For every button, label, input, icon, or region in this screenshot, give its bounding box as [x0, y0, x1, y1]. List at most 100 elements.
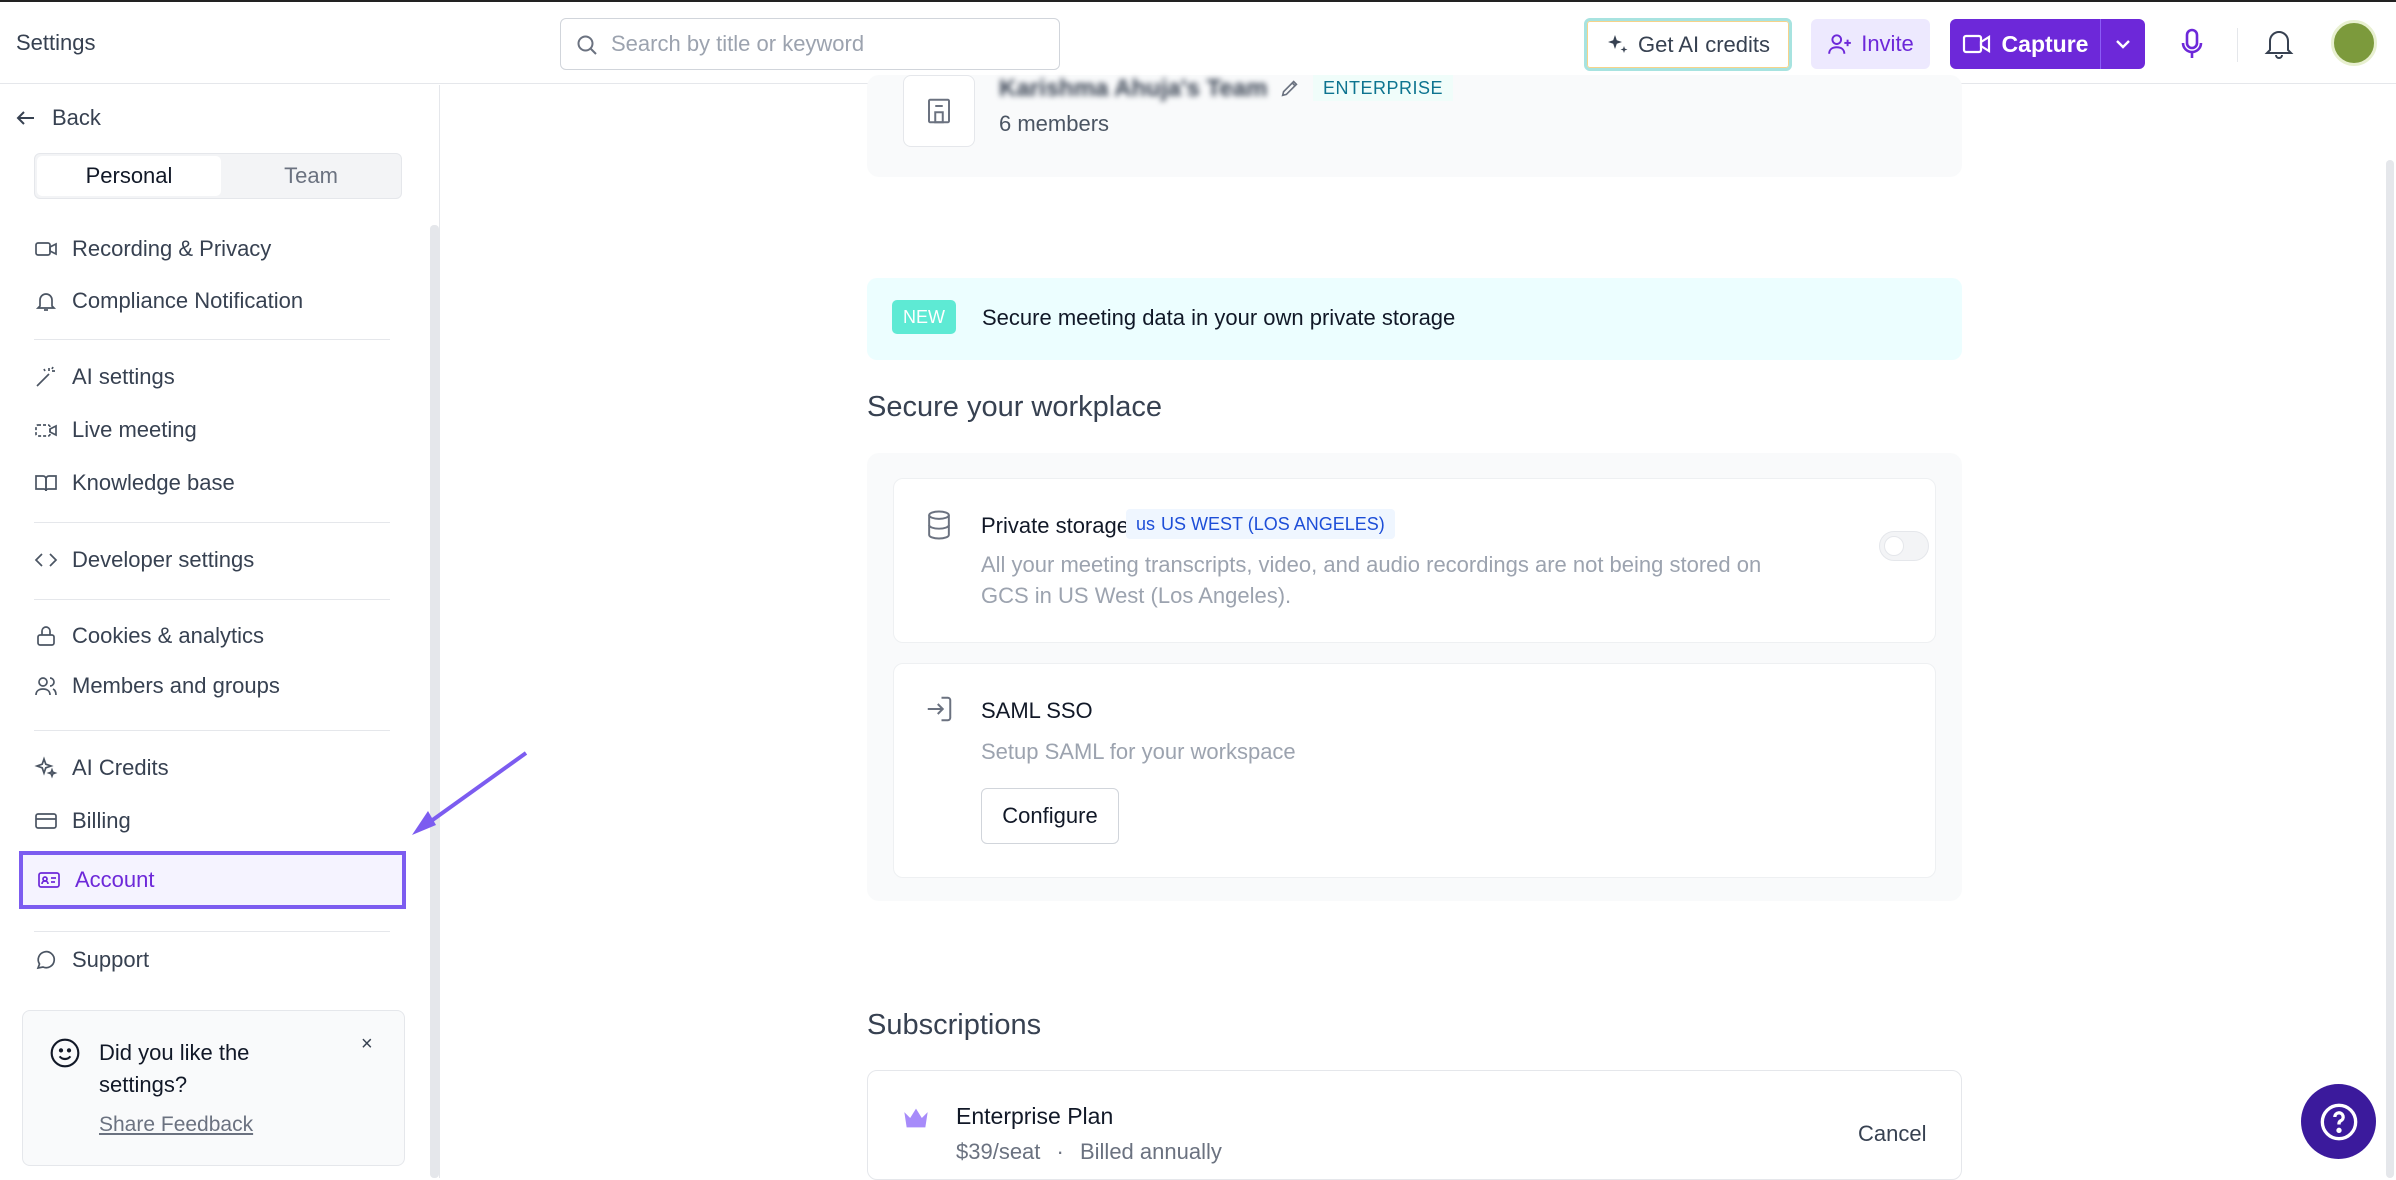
sidebar-item-label: Billing [72, 808, 131, 833]
sign-in-icon [924, 694, 954, 724]
smiley-icon [49, 1037, 81, 1069]
sidebar-item-label: AI settings [72, 364, 175, 389]
video-icon [34, 237, 58, 261]
database-icon [924, 509, 954, 541]
main-scrollbar[interactable] [2386, 160, 2394, 1178]
plan-name: Enterprise Plan [956, 1103, 1114, 1129]
help-icon [2319, 1102, 2359, 1142]
banner-text: Secure meeting data in your own private … [982, 305, 1456, 330]
sidebar-divider [34, 730, 390, 731]
capture-dropdown-button[interactable] [2101, 19, 2145, 69]
sidebar-item-recording-privacy[interactable]: Recording & Privacy [34, 231, 271, 267]
sidebar-scrollbar[interactable] [430, 225, 439, 1178]
sidebar-item-billing[interactable]: Billing [34, 803, 131, 839]
get-ai-credits-button[interactable]: Get AI credits [1584, 18, 1792, 71]
saml-title: SAML SSO [981, 698, 1093, 723]
microphone-icon[interactable] [2180, 28, 2204, 60]
sidebar-item-label: Recording & Privacy [72, 236, 272, 261]
sidebar-item-knowledge-base[interactable]: Knowledge base [34, 465, 235, 501]
main-content: Karishma Ahuja's Team ENTERPRISE 6 membe… [441, 75, 2396, 1180]
invite-label: Invite [1861, 31, 1914, 56]
chat-bubble-icon [34, 948, 58, 972]
help-button[interactable] [2301, 1084, 2376, 1159]
sidebar-item-live-meeting[interactable]: Live meeting [34, 412, 197, 448]
plan-price-line: $39/seat · Billed annually [956, 1139, 1222, 1165]
header-divider [2237, 28, 2238, 62]
search-icon [575, 33, 599, 57]
price-separator: · [1056, 1139, 1064, 1164]
private-storage-description: All your meeting transcripts, video, and… [981, 552, 1762, 577]
pencil-icon[interactable] [1279, 77, 1301, 99]
top-bar: Settings Get AI credits Invite Capture [0, 0, 2396, 84]
sidebar-item-label: Developer settings [72, 547, 255, 572]
code-icon [34, 548, 58, 572]
capture-button[interactable]: Capture [1950, 19, 2100, 69]
members-count: 6 members [999, 111, 1110, 136]
subscriptions-heading: Subscriptions [867, 1009, 1042, 1041]
sidebar-divider [34, 339, 390, 340]
back-label: Back [52, 105, 101, 130]
sidebar-item-label: Knowledge base [72, 470, 235, 495]
lock-icon [34, 624, 58, 648]
scope-toggle: Personal Team [34, 153, 402, 199]
enterprise-badge: ENTERPRISE [1313, 75, 1454, 101]
sidebar-item-developer-settings[interactable]: Developer settings [34, 542, 254, 578]
crown-icon [902, 1105, 930, 1131]
chevron-down-icon [2114, 38, 2132, 50]
toggle-knob [1884, 536, 1904, 556]
sidebar-item-compliance-notification[interactable]: Compliance Notification [34, 283, 303, 319]
settings-sidebar: Back Personal Team Recording & Privacy C… [0, 85, 440, 1178]
tab-team[interactable]: Team [221, 156, 401, 196]
app-title: Settings [16, 30, 96, 55]
sidebar-item-label: Account [75, 867, 155, 892]
sidebar-item-ai-settings[interactable]: AI settings [34, 359, 175, 395]
magic-wand-icon [34, 365, 58, 389]
sidebar-divider [34, 599, 390, 600]
building-icon [903, 75, 975, 147]
cancel-subscription-button[interactable]: Cancel [1858, 1121, 1926, 1147]
capture-label: Capture [2001, 30, 2089, 57]
sidebar-item-cookies-analytics[interactable]: Cookies & analytics [34, 618, 264, 654]
private-storage-toggle[interactable] [1879, 531, 1929, 561]
private-storage-title: Private storage [981, 513, 1129, 538]
notification-bell-icon[interactable] [2264, 27, 2294, 59]
sparkle-icon [1606, 33, 1630, 57]
sidebar-item-ai-credits[interactable]: AI Credits [34, 750, 169, 786]
sidebar-item-members-groups[interactable]: Members and groups [34, 668, 280, 704]
search-input[interactable] [611, 29, 1041, 59]
share-feedback-link[interactable]: Share Feedback [99, 1113, 253, 1137]
private-storage-card: Private storage us US WEST (LOS ANGELES)… [893, 478, 1936, 643]
billing-cycle: Billed annually [1079, 1139, 1222, 1164]
users-icon [34, 674, 58, 698]
region-code: us [1136, 513, 1156, 534]
bell-icon [34, 289, 58, 313]
secure-workplace-section: Private storage us US WEST (LOS ANGELES)… [867, 453, 1962, 901]
subscription-card: Enterprise Plan $39/seat · Billed annual… [867, 1070, 1962, 1180]
sidebar-item-label: Cookies & analytics [72, 623, 264, 648]
sidebar-item-support[interactable]: Support [34, 942, 149, 978]
team-name: Karishma Ahuja's Team [999, 75, 1268, 102]
credit-card-icon [34, 809, 58, 833]
get-ai-credits-label: Get AI credits [1637, 31, 1771, 57]
sidebar-item-label: Support [72, 947, 150, 972]
sidebar-item-label: Compliance Notification [72, 288, 304, 313]
video-camera-icon [1962, 33, 1992, 55]
saml-description: Setup SAML for your workspace [981, 739, 1296, 764]
back-button[interactable]: Back [14, 105, 101, 131]
new-feature-banner[interactable]: NEW Secure meeting data in your own priv… [867, 278, 1962, 360]
sidebar-item-account[interactable]: Account [19, 851, 406, 909]
team-card: Karishma Ahuja's Team ENTERPRISE 6 membe… [867, 75, 1962, 177]
sidebar-item-label: AI Credits [72, 755, 169, 780]
private-storage-description-line2: GCS in US West (Los Angeles). [981, 583, 1292, 608]
search-box[interactable] [560, 18, 1060, 70]
feedback-card: Did you like the settings? × Share Feedb… [22, 1010, 405, 1166]
secure-workplace-heading: Secure your workplace [867, 391, 1162, 423]
user-avatar[interactable] [2331, 20, 2377, 66]
sparkle-icon [34, 756, 58, 780]
book-icon [34, 471, 58, 495]
configure-button[interactable]: Configure [981, 788, 1119, 844]
invite-button[interactable]: Invite [1811, 19, 1930, 69]
id-card-icon [37, 868, 61, 892]
tab-personal[interactable]: Personal [37, 156, 221, 196]
close-icon[interactable]: × [361, 1033, 373, 1056]
